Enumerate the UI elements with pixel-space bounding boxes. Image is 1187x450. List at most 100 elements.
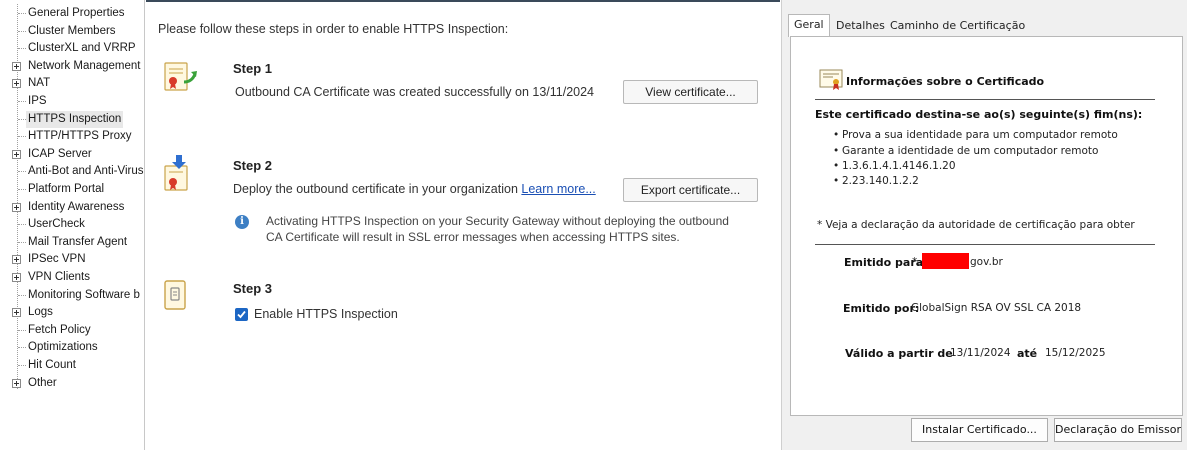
tree-item-ips[interactable]: IPS	[12, 93, 144, 110]
purpose-item: Prova a sua identidade para um computado…	[833, 129, 1118, 141]
install-certificate-button[interactable]: Instalar Certificado...	[911, 418, 1048, 442]
tree-item-label: Optimizations	[28, 341, 98, 354]
tree-item-label: VPN Clients	[28, 271, 90, 283]
enable-https-inspection-checkbox[interactable]	[235, 308, 248, 321]
tree-connector	[12, 220, 21, 229]
issued-to-prefix: *.	[912, 256, 921, 268]
ca-statement-note: * Veja a declaração da autoridade de cer…	[817, 219, 1135, 231]
tab-details[interactable]: Detalhes	[831, 16, 890, 36]
https-inspection-panel: Please follow these steps in order to en…	[146, 0, 780, 450]
expand-plus-icon[interactable]	[12, 255, 21, 265]
tree-connector	[12, 185, 21, 194]
tree-item-network-management[interactable]: Network Management	[12, 58, 144, 75]
tree-item-clusterxl-and-vrrp[interactable]: ClusterXL and VRRP	[12, 40, 144, 57]
document-icon	[162, 278, 202, 318]
tree-item-cluster-members[interactable]: Cluster Members	[12, 23, 144, 40]
tree-item-label: NAT	[28, 77, 51, 90]
tree-item-vpn-clients[interactable]: VPN Clients	[12, 269, 144, 286]
tree-item-fetch-policy[interactable]: Fetch Policy	[12, 322, 144, 339]
issued-by-value: GlobalSign RSA OV SSL CA 2018	[911, 302, 1082, 314]
certificate-info-title: Informações sobre o Certificado	[846, 75, 1045, 88]
tree-connector	[12, 132, 21, 141]
tree-item-label: Monitoring Software b	[28, 288, 140, 301]
valid-from-label: Válido a partir de	[845, 347, 953, 360]
expand-plus-icon[interactable]	[12, 378, 21, 388]
certificate-created-icon	[162, 58, 202, 98]
tab-certification-path[interactable]: Caminho de Certificação	[885, 16, 1030, 36]
issued-to-suffix: gov.br	[970, 256, 1003, 268]
certificate-dialog: Geral Detalhes Caminho de Certificação I…	[781, 0, 1187, 450]
tree-item-label: General Properties	[28, 7, 125, 19]
tree-item-https-inspection[interactable]: HTTPS Inspection	[12, 110, 144, 128]
tree-item-other[interactable]: Other	[12, 375, 144, 392]
tree-item-label: Hit Count	[28, 359, 76, 371]
issuer-statement-button[interactable]: Declaração do Emissor	[1054, 418, 1182, 442]
tree-connector	[12, 238, 21, 247]
tree-connector	[12, 167, 21, 176]
expand-plus-icon[interactable]	[12, 61, 21, 71]
tree-item-label: IPSec VPN	[28, 253, 86, 266]
tree-connector	[12, 343, 21, 352]
tree-item-label: Cluster Members	[28, 24, 116, 37]
expand-plus-icon[interactable]	[12, 79, 21, 89]
tree-item-nat[interactable]: NAT	[12, 75, 144, 92]
tree-item-label: Identity Awareness	[28, 200, 125, 213]
tree-item-label: Platform Portal	[28, 183, 105, 195]
step2-warning-line1: Activating HTTPS Inspection on your Secu…	[266, 214, 729, 228]
step2-text: Deploy the outbound certificate in your …	[233, 182, 518, 196]
tree-connector	[12, 27, 21, 36]
tree-item-label: Fetch Policy	[28, 323, 91, 336]
tree-item-general-properties[interactable]: General Properties	[12, 5, 144, 22]
export-certificate-button[interactable]: Export certificate...	[623, 178, 758, 202]
tree-item-label: ICAP Server	[28, 147, 92, 160]
tree-item-label: Logs	[28, 306, 53, 319]
purpose-item: 2.23.140.1.2.2	[833, 175, 919, 187]
certificate-icon	[819, 68, 845, 92]
tree-item-usercheck[interactable]: UserCheck	[12, 216, 144, 233]
step2-warning-text: Activating HTTPS Inspection on your Secu…	[266, 213, 729, 245]
expand-plus-icon[interactable]	[12, 202, 21, 212]
step2-title: Step 2	[233, 158, 273, 173]
divider	[815, 99, 1155, 100]
tree-item-label: Anti-Bot and Anti-Virus	[28, 165, 144, 178]
tree-connector	[12, 326, 21, 335]
tree-item-icap-server[interactable]: ICAP Server	[12, 146, 144, 163]
tree-item-identity-awareness[interactable]: Identity Awareness	[12, 199, 144, 216]
tree-item-label: HTTP/HTTPS Proxy	[28, 130, 132, 143]
valid-to-label: até	[1017, 347, 1038, 360]
expand-plus-icon[interactable]	[12, 308, 21, 318]
purpose-item: 1.3.6.1.4.1.4146.1.20	[833, 160, 956, 172]
valid-to-value: 15/12/2025	[1045, 347, 1106, 359]
tree-item-monitoring-software-b[interactable]: Monitoring Software b	[12, 287, 144, 304]
tree-connector	[12, 361, 21, 370]
purpose-heading: Este certificado destina-se ao(s) seguin…	[815, 108, 1143, 121]
tree-item-label: HTTPS Inspection	[26, 110, 124, 128]
tree-connector	[12, 291, 21, 300]
tree-item-mail-transfer-agent[interactable]: Mail Transfer Agent	[12, 234, 144, 251]
tree-item-logs[interactable]: Logs	[12, 304, 144, 321]
certificate-deploy-icon	[162, 154, 202, 194]
redaction-block	[922, 253, 969, 269]
tree-connector	[12, 97, 21, 106]
view-certificate-button[interactable]: View certificate...	[623, 80, 758, 104]
tree-item-http-https-proxy[interactable]: HTTP/HTTPS Proxy	[12, 128, 144, 145]
tree-item-hit-count[interactable]: Hit Count	[12, 357, 144, 374]
tree-item-optimizations[interactable]: Optimizations	[12, 339, 144, 356]
tree-item-anti-bot-and-anti-virus[interactable]: Anti-Bot and Anti-Virus	[12, 163, 144, 180]
learn-more-link[interactable]: Learn more...	[521, 182, 595, 196]
tree-connector	[12, 44, 21, 53]
panel-top-border	[146, 0, 780, 2]
tree-connector	[12, 115, 21, 124]
tree-item-platform-portal[interactable]: Platform Portal	[12, 181, 144, 198]
tab-general[interactable]: Geral	[788, 14, 830, 37]
purpose-item: Garante a identidade de um computador re…	[833, 145, 1098, 157]
tree-item-ipsec-vpn[interactable]: IPSec VPN	[12, 251, 144, 268]
tree-item-label: Mail Transfer Agent	[28, 235, 128, 248]
tree-item-label: Network Management	[28, 59, 141, 72]
info-icon: i	[235, 215, 249, 229]
enable-https-inspection-label[interactable]: Enable HTTPS Inspection	[254, 307, 398, 321]
navigation-tree: General Properties Cluster Members Cluster…	[0, 0, 145, 450]
expand-plus-icon[interactable]	[12, 149, 21, 159]
intro-text: Please follow these steps in order to en…	[158, 22, 509, 36]
expand-plus-icon[interactable]	[12, 273, 21, 282]
